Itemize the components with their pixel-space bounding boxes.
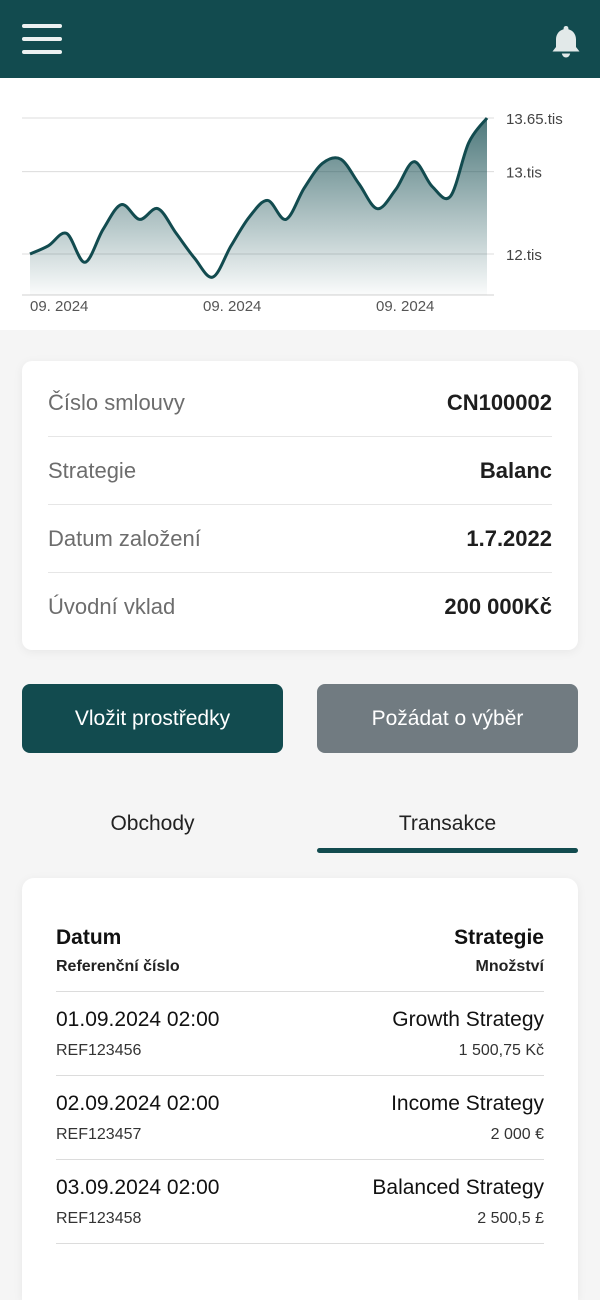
bell-icon[interactable] xyxy=(549,24,583,60)
initial-deposit-value: 200 000Kč xyxy=(444,594,552,619)
column-header-date: Datum xyxy=(56,926,122,949)
transaction-reference: REF123456 xyxy=(56,1042,142,1059)
table-row[interactable]: 01.09.2024 02:00 REF123456 Growth Strate… xyxy=(56,992,544,1076)
transaction-date: 03.09.2024 02:00 xyxy=(56,1176,220,1199)
x-tick-label: 09. 2024 xyxy=(30,298,88,315)
table-row[interactable]: 03.09.2024 02:00 REF123458 Balanced Stra… xyxy=(56,1160,544,1244)
contract-number-value: CN100002 xyxy=(446,389,552,415)
transaction-strategy: Growth Strategy xyxy=(392,1008,544,1031)
strategy-row: Strategie Balanc xyxy=(48,437,552,505)
column-header-strategy: Strategie xyxy=(454,926,544,949)
transaction-strategy: Income Strategy xyxy=(391,1092,544,1115)
tab-trades[interactable]: Obchody xyxy=(22,796,283,852)
strategy-label: Strategie xyxy=(48,457,137,483)
transaction-reference: REF123458 xyxy=(56,1210,142,1227)
transaction-amount: 2 000 € xyxy=(490,1126,544,1143)
x-tick-label: 09. 2024 xyxy=(203,298,261,315)
transactions-card: Datum Referenční číslo Strategie Množstv… xyxy=(22,878,578,1300)
transaction-amount: 2 500,5 £ xyxy=(477,1210,544,1227)
transactions-table-header: Datum Referenční číslo Strategie Množstv… xyxy=(56,922,544,992)
contract-number-row: Číslo smlouvy CN100002 xyxy=(48,369,552,437)
column-header-amount: Množství xyxy=(475,958,544,975)
initial-deposit-label: Úvodní vklad xyxy=(48,594,176,619)
transaction-amount: 1 500,75 Kč xyxy=(458,1042,544,1059)
founding-date-row: Datum založení 1.7.2022 xyxy=(48,505,552,573)
top-app-bar xyxy=(0,0,600,78)
request-withdrawal-button[interactable]: Požádat o výběr xyxy=(317,684,578,753)
table-row[interactable]: 02.09.2024 02:00 REF123457 Income Strate… xyxy=(56,1076,544,1160)
transaction-strategy: Balanced Strategy xyxy=(372,1176,544,1199)
contract-info-card: Číslo smlouvy CN100002 Strategie Balanc … xyxy=(22,361,578,650)
y-tick-label: 12.tis xyxy=(506,247,542,264)
deposit-funds-button[interactable]: Vložit prostředky xyxy=(22,684,283,753)
y-tick-label: 13.tis xyxy=(506,165,542,182)
founding-date-value: 1.7.2022 xyxy=(466,525,552,551)
portfolio-chart-svg: 12.tis 13.tis 13.65.tis 09. 2024 09. 2024 09.… xyxy=(22,111,563,315)
y-tick-label: 13.65.tis xyxy=(506,111,563,128)
tab-transactions[interactable]: Transakce xyxy=(317,796,578,852)
active-tab-indicator xyxy=(317,848,578,853)
transaction-date: 02.09.2024 02:00 xyxy=(56,1092,220,1115)
column-header-reference: Referenční číslo xyxy=(56,958,180,975)
x-tick-label: 09. 2024 xyxy=(376,298,434,315)
transaction-date: 01.09.2024 02:00 xyxy=(56,1008,220,1031)
transaction-reference: REF123457 xyxy=(56,1126,142,1143)
contract-number-label: Číslo smlouvy xyxy=(48,389,185,415)
portfolio-chart: 12.tis 13.tis 13.65.tis 09. 2024 09. 2024 09.… xyxy=(0,78,600,330)
strategy-value: Balanc xyxy=(479,457,552,483)
founding-date-label: Datum založení xyxy=(48,525,201,551)
hamburger-menu-icon[interactable] xyxy=(22,24,62,56)
initial-deposit-row: Úvodní vklad 200 000Kč xyxy=(48,573,552,641)
